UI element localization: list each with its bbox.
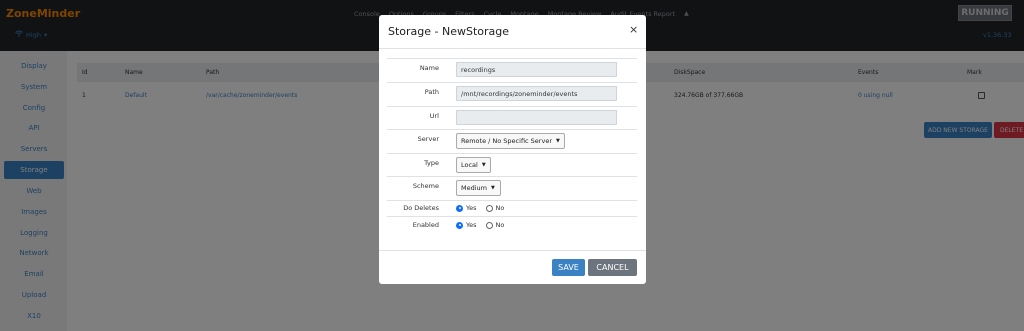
enabled-no-label[interactable]: No: [496, 221, 505, 229]
save-button[interactable]: SAVE: [552, 259, 585, 276]
do-deletes-yes-radio[interactable]: [456, 204, 463, 212]
name-row: Name: [387, 58, 637, 82]
path-field[interactable]: [456, 86, 617, 101]
modal-title: Storage - NewStorage: [388, 25, 510, 38]
modal-footer: SAVE CANCEL: [379, 250, 646, 284]
path-row: Path: [387, 82, 637, 106]
type-select[interactable]: Local ▼: [456, 157, 491, 173]
url-field[interactable]: [456, 110, 617, 125]
type-row: Type Local ▼: [387, 153, 637, 176]
type-select-value: Local: [461, 161, 478, 169]
cancel-button[interactable]: CANCEL: [588, 259, 637, 276]
enabled-row: Enabled Yes No: [387, 216, 637, 234]
server-select-value: Remote / No Specific Server: [461, 137, 552, 145]
name-label: Name: [419, 64, 439, 72]
name-field[interactable]: [456, 62, 617, 77]
storage-modal: Storage - NewStorage × Name Path Url Ser…: [379, 15, 646, 284]
server-row: Server Remote / No Specific Server ▼: [387, 129, 637, 153]
enabled-yes-label[interactable]: Yes: [466, 221, 477, 229]
enabled-no-radio[interactable]: [485, 221, 493, 229]
do-deletes-radio-group: Yes No: [456, 204, 504, 212]
url-row: Url: [387, 106, 637, 129]
scheme-label: Scheme: [412, 182, 439, 190]
server-label: Server: [417, 135, 439, 143]
enabled-yes-radio[interactable]: [456, 221, 463, 229]
do-deletes-row: Do Deletes Yes No: [387, 200, 637, 216]
server-select[interactable]: Remote / No Specific Server ▼: [456, 133, 565, 149]
do-deletes-yes-label[interactable]: Yes: [466, 204, 477, 212]
path-label: Path: [424, 88, 439, 96]
enabled-label: Enabled: [412, 221, 439, 229]
scheme-row: Scheme Medium ▼: [387, 176, 637, 200]
modal-header: Storage - NewStorage ×: [379, 15, 646, 49]
chevron-down-icon: ▼: [481, 162, 486, 168]
scheme-select[interactable]: Medium ▼: [456, 180, 501, 196]
do-deletes-no-radio[interactable]: [485, 204, 493, 212]
enabled-radio-group: Yes No: [456, 221, 504, 229]
chevron-down-icon: ▼: [556, 138, 560, 144]
chevron-down-icon: ▼: [491, 185, 495, 191]
type-label: Type: [424, 159, 439, 167]
close-icon[interactable]: ×: [629, 23, 638, 36]
url-label: Url: [429, 112, 439, 120]
scheme-select-value: Medium: [461, 184, 487, 192]
do-deletes-no-label[interactable]: No: [496, 204, 505, 212]
do-deletes-label: Do Deletes: [403, 204, 439, 212]
